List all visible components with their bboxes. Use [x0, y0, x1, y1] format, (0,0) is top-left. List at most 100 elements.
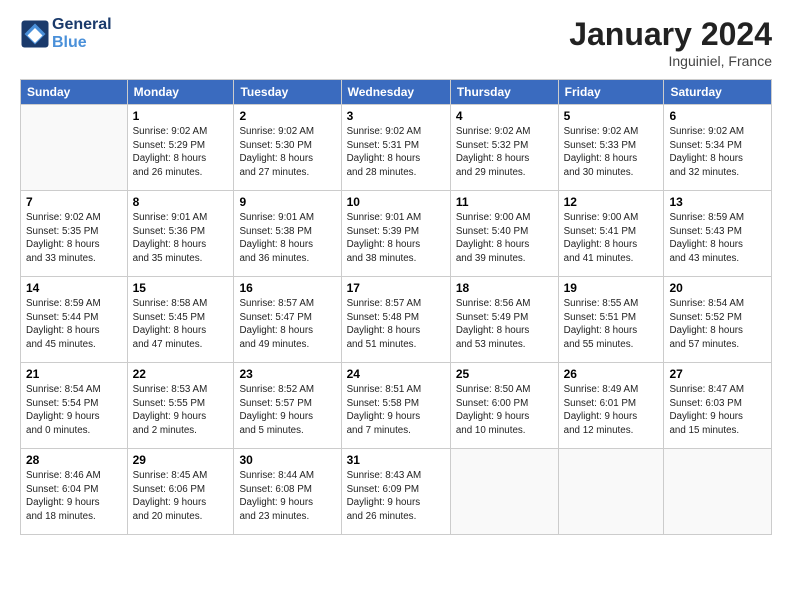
day-info: Sunrise: 9:02 AMSunset: 5:34 PMDaylight:…: [669, 125, 766, 180]
calendar-cell: 15 Sunrise: 8:58 AMSunset: 5:45 PMDayligh…: [127, 277, 234, 363]
day-info: Sunrise: 8:53 AMSunset: 5:55 PMDaylight:…: [133, 383, 229, 438]
day-number: 30: [239, 453, 335, 467]
day-number: 6: [669, 109, 766, 123]
weekday-header: Friday: [558, 80, 664, 105]
day-number: 13: [669, 195, 766, 209]
day-info: Sunrise: 9:02 AMSunset: 5:31 PMDaylight:…: [347, 125, 445, 180]
day-info: Sunrise: 8:51 AMSunset: 5:58 PMDaylight:…: [347, 383, 445, 438]
calendar-cell: 30 Sunrise: 8:44 AMSunset: 6:08 PMDayligh…: [234, 449, 341, 535]
day-number: 31: [347, 453, 445, 467]
day-number: 19: [564, 281, 659, 295]
calendar-cell: 13 Sunrise: 8:59 AMSunset: 5:43 PMDayligh…: [664, 191, 772, 277]
header: General Blue January 2024 Inguiniel, Fra…: [20, 16, 772, 69]
weekday-header: Tuesday: [234, 80, 341, 105]
calendar-week-row: 1Sunrise: 9:02 AMSunset: 5:29 PMDaylight…: [21, 105, 772, 191]
calendar-cell: 11 Sunrise: 9:00 AMSunset: 5:40 PMDayligh…: [450, 191, 558, 277]
calendar-header-row: SundayMondayTuesdayWednesdayThursdayFrid…: [21, 80, 772, 105]
calendar-week-row: 28 Sunrise: 8:46 AMSunset: 6:04 PMDayligh…: [21, 449, 772, 535]
day-info: Sunrise: 9:00 AMSunset: 5:41 PMDaylight:…: [564, 211, 659, 266]
day-number: 7: [26, 195, 122, 209]
day-info: Sunrise: 9:02 AMSunset: 5:30 PMDaylight:…: [239, 125, 335, 180]
calendar-week-row: 21 Sunrise: 8:54 AMSunset: 5:54 PMDayligh…: [21, 363, 772, 449]
day-info: Sunrise: 9:01 AMSunset: 5:36 PMDaylight:…: [133, 211, 229, 266]
calendar-cell: [558, 449, 664, 535]
day-info: Sunrise: 8:55 AMSunset: 5:51 PMDaylight:…: [564, 297, 659, 352]
calendar-cell: 22 Sunrise: 8:53 AMSunset: 5:55 PMDayligh…: [127, 363, 234, 449]
day-number: 17: [347, 281, 445, 295]
calendar-cell: 21 Sunrise: 8:54 AMSunset: 5:54 PMDayligh…: [21, 363, 128, 449]
calendar-cell: 6 Sunrise: 9:02 AMSunset: 5:34 PMDaylight…: [664, 105, 772, 191]
calendar-cell: 19 Sunrise: 8:55 AMSunset: 5:51 PMDayligh…: [558, 277, 664, 363]
calendar-cell: 14 Sunrise: 8:59 AMSunset: 5:44 PMDayligh…: [21, 277, 128, 363]
day-number: 20: [669, 281, 766, 295]
day-info: Sunrise: 8:52 AMSunset: 5:57 PMDaylight:…: [239, 383, 335, 438]
calendar-cell: 18 Sunrise: 8:56 AMSunset: 5:49 PMDayligh…: [450, 277, 558, 363]
day-number: 21: [26, 367, 122, 381]
day-info: Sunrise: 8:56 AMSunset: 5:49 PMDaylight:…: [456, 297, 553, 352]
calendar-cell: 20Sunrise: 8:54 AMSunset: 5:52 PMDayligh…: [664, 277, 772, 363]
calendar-cell: 1Sunrise: 9:02 AMSunset: 5:29 PMDaylight…: [127, 105, 234, 191]
day-number: 28: [26, 453, 122, 467]
calendar-cell: 2 Sunrise: 9:02 AMSunset: 5:30 PMDaylight…: [234, 105, 341, 191]
day-info: Sunrise: 8:54 AMSunset: 5:54 PMDaylight:…: [26, 383, 122, 438]
day-number: 1: [133, 109, 229, 123]
calendar-cell: 28 Sunrise: 8:46 AMSunset: 6:04 PMDayligh…: [21, 449, 128, 535]
calendar-cell: 29Sunrise: 8:45 AMSunset: 6:06 PMDayligh…: [127, 449, 234, 535]
calendar-cell: [450, 449, 558, 535]
day-info: Sunrise: 9:00 AMSunset: 5:40 PMDaylight:…: [456, 211, 553, 266]
weekday-header: Sunday: [21, 80, 128, 105]
logo-icon: [20, 19, 50, 49]
day-info: Sunrise: 8:59 AMSunset: 5:43 PMDaylight:…: [669, 211, 766, 266]
day-number: 22: [133, 367, 229, 381]
calendar-cell: 9Sunrise: 9:01 AMSunset: 5:38 PMDaylight…: [234, 191, 341, 277]
month-title: January 2024: [569, 16, 772, 53]
day-info: Sunrise: 9:01 AMSunset: 5:39 PMDaylight:…: [347, 211, 445, 266]
logo-text: General Blue: [52, 16, 112, 52]
day-number: 18: [456, 281, 553, 295]
day-number: 11: [456, 195, 553, 209]
calendar-cell: 25Sunrise: 8:50 AMSunset: 6:00 PMDayligh…: [450, 363, 558, 449]
day-number: 15: [133, 281, 229, 295]
day-number: 23: [239, 367, 335, 381]
day-info: Sunrise: 8:49 AMSunset: 6:01 PMDaylight:…: [564, 383, 659, 438]
calendar-cell: 31 Sunrise: 8:43 AMSunset: 6:09 PMDayligh…: [341, 449, 450, 535]
day-number: 2: [239, 109, 335, 123]
day-info: Sunrise: 9:02 AMSunset: 5:35 PMDaylight:…: [26, 211, 122, 266]
calendar-cell: [664, 449, 772, 535]
day-info: Sunrise: 8:58 AMSunset: 5:45 PMDaylight:…: [133, 297, 229, 352]
weekday-header: Thursday: [450, 80, 558, 105]
day-number: 26: [564, 367, 659, 381]
calendar-cell: 8 Sunrise: 9:01 AMSunset: 5:36 PMDaylight…: [127, 191, 234, 277]
calendar-cell: 17Sunrise: 8:57 AMSunset: 5:48 PMDayligh…: [341, 277, 450, 363]
day-number: 25: [456, 367, 553, 381]
day-number: 12: [564, 195, 659, 209]
calendar-cell: 4Sunrise: 9:02 AMSunset: 5:32 PMDaylight…: [450, 105, 558, 191]
day-info: Sunrise: 9:01 AMSunset: 5:38 PMDaylight:…: [239, 211, 335, 266]
page: General Blue January 2024 Inguiniel, Fra…: [0, 0, 792, 612]
day-number: 16: [239, 281, 335, 295]
title-block: January 2024 Inguiniel, France: [569, 16, 772, 69]
calendar-cell: [21, 105, 128, 191]
calendar-week-row: 14 Sunrise: 8:59 AMSunset: 5:44 PMDayligh…: [21, 277, 772, 363]
day-number: 14: [26, 281, 122, 295]
calendar-cell: 10Sunrise: 9:01 AMSunset: 5:39 PMDayligh…: [341, 191, 450, 277]
day-info: Sunrise: 8:45 AMSunset: 6:06 PMDaylight:…: [133, 469, 229, 524]
day-info: Sunrise: 9:02 AMSunset: 5:33 PMDaylight:…: [564, 125, 659, 180]
day-info: Sunrise: 8:57 AMSunset: 5:47 PMDaylight:…: [239, 297, 335, 352]
day-info: Sunrise: 8:59 AMSunset: 5:44 PMDaylight:…: [26, 297, 122, 352]
calendar-cell: 24Sunrise: 8:51 AMSunset: 5:58 PMDayligh…: [341, 363, 450, 449]
weekday-header: Monday: [127, 80, 234, 105]
weekday-header: Wednesday: [341, 80, 450, 105]
calendar-cell: 5Sunrise: 9:02 AMSunset: 5:33 PMDaylight…: [558, 105, 664, 191]
day-number: 4: [456, 109, 553, 123]
day-number: 8: [133, 195, 229, 209]
day-info: Sunrise: 8:43 AMSunset: 6:09 PMDaylight:…: [347, 469, 445, 524]
calendar-cell: 26 Sunrise: 8:49 AMSunset: 6:01 PMDayligh…: [558, 363, 664, 449]
day-info: Sunrise: 8:46 AMSunset: 6:04 PMDaylight:…: [26, 469, 122, 524]
day-number: 27: [669, 367, 766, 381]
location: Inguiniel, France: [569, 53, 772, 69]
calendar-cell: 3 Sunrise: 9:02 AMSunset: 5:31 PMDaylight…: [341, 105, 450, 191]
day-info: Sunrise: 8:44 AMSunset: 6:08 PMDaylight:…: [239, 469, 335, 524]
day-number: 3: [347, 109, 445, 123]
day-info: Sunrise: 8:47 AMSunset: 6:03 PMDaylight:…: [669, 383, 766, 438]
